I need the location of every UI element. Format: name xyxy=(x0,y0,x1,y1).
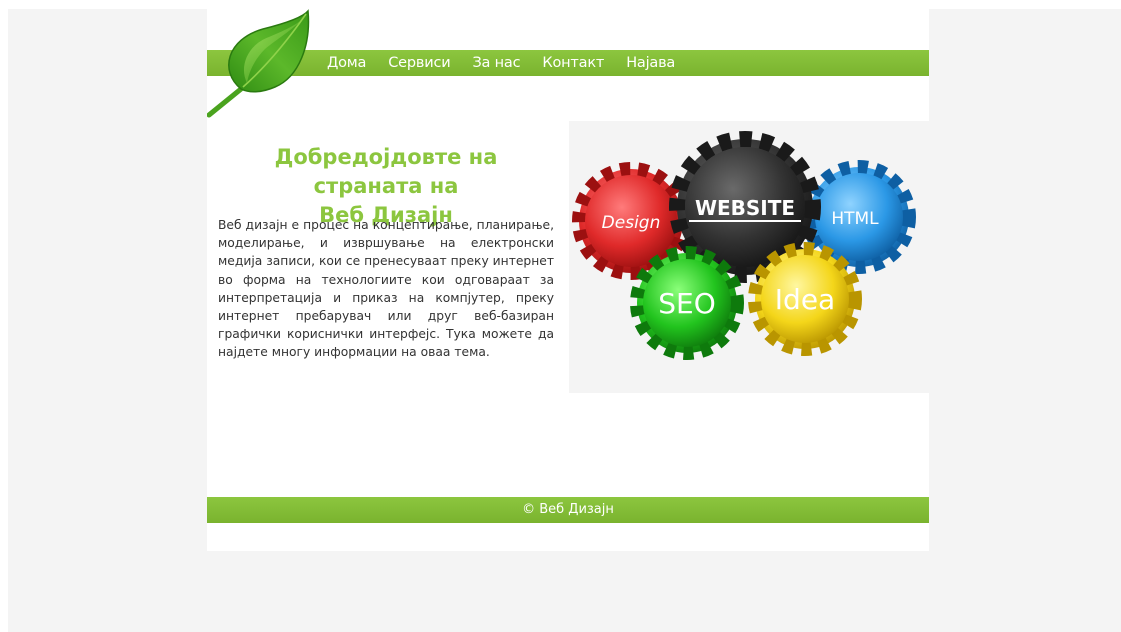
gear-design-label: Design xyxy=(602,213,661,233)
gear-html-label: HTML xyxy=(831,209,879,229)
intro-paragraph: Веб дизајн е процес на концептирање, пла… xyxy=(218,218,554,360)
page-title-line1: Добредојдовте на страната на xyxy=(274,145,498,198)
nav-item-contact[interactable]: Контакт xyxy=(542,55,604,71)
nav-item-home[interactable]: Дома xyxy=(327,55,366,71)
nav-menu: Дома Сервиси За нас Контакт Најава xyxy=(327,50,697,76)
gear-seo: SEO xyxy=(630,246,744,360)
footer-copyright: © Веб Дизајн xyxy=(522,502,614,517)
nav-item-login[interactable]: Најава xyxy=(626,55,675,71)
nav-item-about[interactable]: За нас xyxy=(472,55,520,71)
gear-seo-label: SEO xyxy=(658,287,716,320)
gear-idea: Idea xyxy=(748,242,862,356)
leaf-logo-icon[interactable] xyxy=(207,9,317,121)
footer: © Веб Дизајн xyxy=(207,497,929,523)
nav-item-services[interactable]: Сервиси xyxy=(388,55,450,71)
content-container: Дома Сервиси За нас Контакт Најава Добре… xyxy=(207,9,929,551)
gear-idea-label: Idea xyxy=(775,283,835,316)
gears-illustration: Design HTML WEBSITE SEO Idea xyxy=(569,121,929,393)
gear-website-label: WEBSITE xyxy=(695,196,795,220)
